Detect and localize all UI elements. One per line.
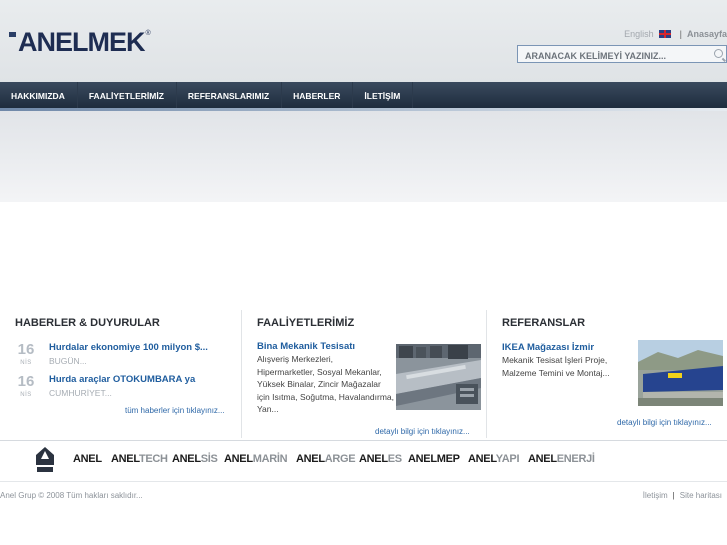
- brand-prefix: ANEL: [73, 453, 102, 465]
- activity-line: Hipermarketler, Sosyal Mekanlar,: [257, 366, 382, 377]
- brand-anelmep[interactable]: ANELMEP: [408, 453, 460, 465]
- references-more-link[interactable]: detaylı bilgi için tıklayınız...: [617, 418, 712, 427]
- logo-mark: [9, 32, 16, 37]
- brand-suffix: ENERJİ: [556, 453, 595, 465]
- nav-item-iletisim[interactable]: İLETİŞİM: [353, 82, 414, 110]
- reference-line: Malzeme Temini ve Montaj...: [502, 367, 610, 378]
- brand-prefix: ANEL: [111, 453, 139, 465]
- top-links: English | Anasayfa: [624, 29, 727, 39]
- brand-suffix: ES: [387, 453, 402, 465]
- brand-prefix: ANEL: [528, 453, 557, 465]
- brand-aneltech[interactable]: ANELTECH: [111, 453, 168, 465]
- brand-prefix: ANEL: [408, 453, 437, 465]
- activity-line: Yüksek Binalar, Zincir Mağazalar: [257, 379, 381, 389]
- activity-title[interactable]: Bina Mekanik Tesisatı: [257, 341, 355, 352]
- brand-prefix: ANEL: [296, 453, 325, 465]
- footer-separator: |: [672, 491, 675, 500]
- nav-item-hakkimizda[interactable]: HAKKIMIZDA: [0, 82, 78, 110]
- english-link[interactable]: English: [624, 29, 654, 39]
- brand-suffix: MEP: [436, 453, 460, 465]
- news-item[interactable]: 16 NİS Hurdalar ekonomiye 100 milyon $..…: [15, 342, 240, 372]
- news-source: BUGÜN...: [49, 356, 87, 366]
- news-source: CUMHURİYET...: [49, 388, 112, 398]
- brand-suffix: SİS: [200, 453, 218, 465]
- header: ANELMEK ® English | Anasayfa: [0, 0, 727, 82]
- brand-anelarge[interactable]: ANELARGE: [296, 453, 356, 465]
- nav-item-referanslarimiz[interactable]: REFERANSLARIMIZ: [177, 82, 283, 110]
- column-divider: [486, 310, 487, 438]
- references-section-title: REFERANSLAR: [502, 317, 586, 329]
- banner-area: [0, 111, 727, 202]
- activity-line: için Isıtma, Soğutma, Havalandırma,: [257, 391, 395, 402]
- uk-flag-icon[interactable]: [658, 30, 671, 38]
- brand-anelsis[interactable]: ANELSİS: [172, 453, 218, 465]
- news-item[interactable]: 16 NİS Hurda araçlar OTOKUMBARA ya CUMHU…: [15, 374, 240, 404]
- nav-item-faaliyetlerimiz[interactable]: FAALİYETLERİMİZ: [78, 82, 177, 110]
- brand-anel[interactable]: ANEL: [73, 453, 102, 465]
- rooftop-photo-image: [396, 344, 481, 410]
- activity-line: Yan...: [257, 404, 279, 414]
- page: ANELMEK ® English | Anasayfa HAKKIMIZDA …: [0, 0, 727, 545]
- news-section-title: HABERLER & DUYURULAR: [15, 317, 160, 329]
- footer-contact-link[interactable]: İletişim: [643, 491, 668, 500]
- brand-prefix: ANEL: [359, 453, 388, 465]
- activity-photo[interactable]: [396, 344, 481, 410]
- brand-suffix: MARİN: [252, 453, 288, 465]
- brand-suffix: TECH: [138, 453, 168, 465]
- copyright-text: Anel Grup © 2008 Tüm hakları saklıdır...: [0, 491, 143, 500]
- brand-anelenerji[interactable]: ANELENERJİ: [528, 453, 595, 465]
- column-divider: [241, 310, 242, 438]
- brand-prefix: ANEL: [468, 453, 496, 465]
- brand-aneles[interactable]: ANELES: [359, 453, 402, 465]
- brand-prefix: ANEL: [224, 453, 253, 465]
- top-links-separator: |: [679, 29, 682, 39]
- logo-text: ANELMEK: [18, 27, 145, 57]
- anel-emblem-icon[interactable]: [36, 447, 54, 473]
- footer-sitemap-link[interactable]: Site haritası: [680, 491, 722, 500]
- activities-section-title: FAALİYETLERİMİZ: [257, 317, 355, 329]
- search-input[interactable]: [518, 48, 698, 64]
- brand-anelyapi[interactable]: ANELYAPI: [468, 453, 520, 465]
- nav-item-haberler[interactable]: HABERLER: [282, 82, 354, 110]
- reference-title[interactable]: IKEA Mağazası İzmir: [502, 342, 594, 353]
- brand-suffix: YAPI: [495, 453, 520, 465]
- news-date: 16 NİS: [15, 374, 37, 400]
- activity-line: Alışveriş Merkezleri,: [257, 354, 334, 364]
- news-month: NİS: [20, 392, 32, 398]
- reference-line: Mekanik Tesisat İşleri Proje,: [502, 355, 608, 365]
- brand-suffix: ARGE: [324, 453, 356, 465]
- news-date: 16 NİS: [15, 342, 37, 368]
- footer-links: İletişim | Site haritası: [643, 491, 722, 500]
- news-day: 16: [17, 341, 35, 358]
- search-icon[interactable]: [714, 49, 723, 58]
- activity-description: Alışveriş Merkezleri, Hipermarketler, So…: [257, 353, 397, 416]
- news-day: 16: [17, 373, 35, 390]
- home-link[interactable]: Anasayfa: [687, 29, 727, 39]
- news-month: NİS: [20, 360, 32, 366]
- main-nav: HAKKIMIZDA FAALİYETLERİMİZ REFERANSLARIM…: [0, 82, 727, 110]
- news-title[interactable]: Hurda araçlar OTOKUMBARA ya: [49, 374, 195, 386]
- brand-anelmarin[interactable]: ANELMARİN: [224, 453, 288, 465]
- all-news-link[interactable]: tüm haberler için tıklayınız...: [125, 406, 225, 415]
- logo-registered-mark: ®: [145, 30, 151, 37]
- news-title[interactable]: Hurdalar ekonomiye 100 milyon $...: [49, 342, 208, 354]
- logo[interactable]: ANELMEK ®: [9, 28, 151, 56]
- reference-photo[interactable]: [638, 340, 723, 406]
- brand-prefix: ANEL: [172, 453, 201, 465]
- ikea-store-photo-image: [638, 340, 723, 406]
- search-box: [517, 45, 727, 64]
- reference-description: Mekanik Tesisat İşleri Proje, Malzeme Te…: [502, 354, 637, 379]
- activities-more-link[interactable]: detaylı bilgi için tıklayınız...: [375, 427, 470, 436]
